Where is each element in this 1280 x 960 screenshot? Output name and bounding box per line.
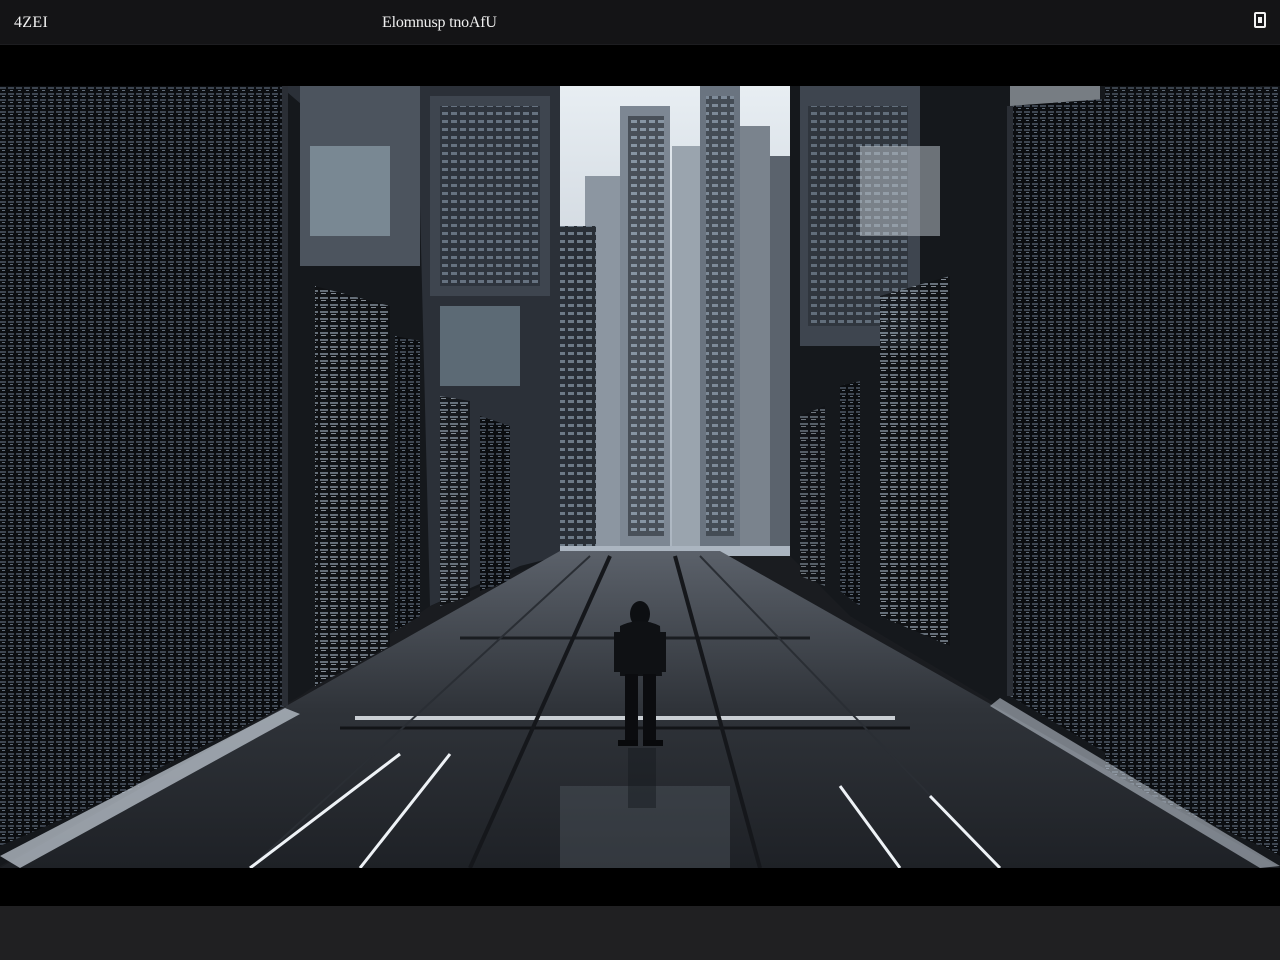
window-title: Elomnusp tnoAfU [382,14,497,31]
image-viewer[interactable] [0,86,1280,868]
letterbox-bottom-bar [0,868,1280,906]
letterbox-top-bar [0,45,1280,86]
window-restore-icon-inner [1258,17,1262,23]
title-bar: 4ZEI Elomnusp tnoAfU [0,0,1280,45]
window-left-label: 4ZEI [14,14,49,31]
window-restore-button[interactable] [1252,11,1270,31]
app-window: 4ZEI Elomnusp tnoAfU [0,0,1280,960]
bottom-panel [0,906,1280,960]
city-alley-image [0,86,1280,868]
